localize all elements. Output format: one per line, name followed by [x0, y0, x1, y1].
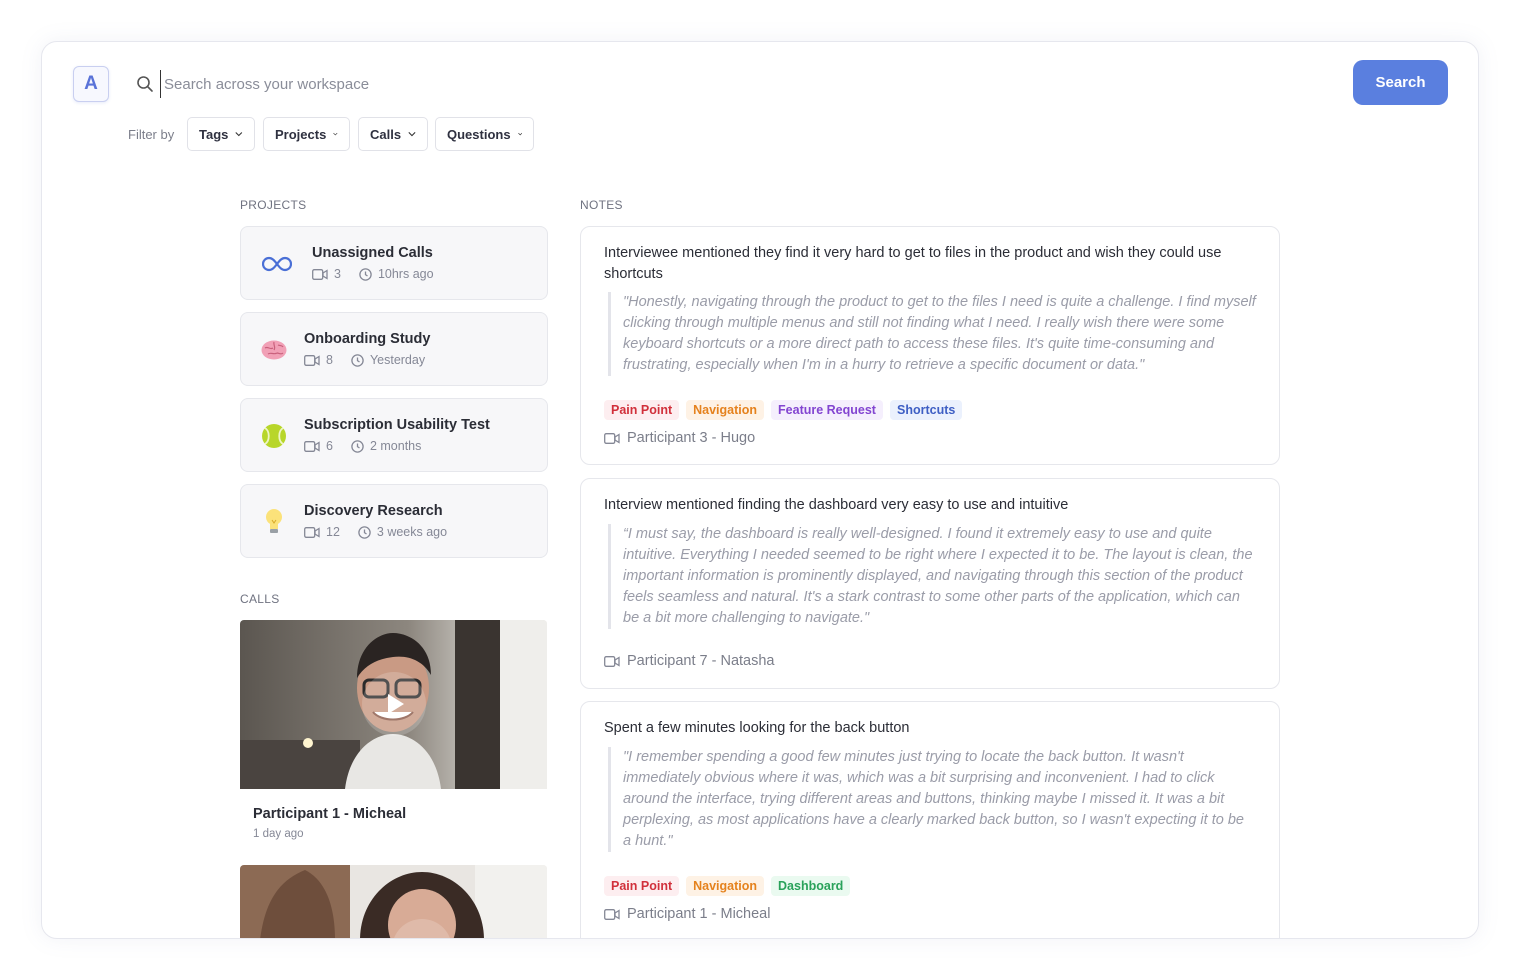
- workspace-logo[interactable]: A: [73, 66, 109, 102]
- clock-icon: [351, 353, 364, 367]
- search-input[interactable]: [160, 70, 1340, 98]
- tennis-ball-icon: [259, 421, 289, 451]
- note-card[interactable]: Spent a few minutes looking for the back…: [580, 701, 1280, 938]
- note-participant[interactable]: Participant 7 - Natasha: [604, 653, 775, 669]
- note-tags: Pain Point Navigation Feature Request Sh…: [604, 400, 963, 420]
- chevron-down-icon: [408, 132, 416, 137]
- participant-name: Participant 7 - Natasha: [627, 653, 775, 669]
- project-card-subscription-usability-test[interactable]: Subscription Usability Test 6 2 months: [240, 398, 548, 472]
- project-call-count: 6: [326, 439, 333, 453]
- tag-feature-request[interactable]: Feature Request: [771, 400, 883, 420]
- project-meta: 12 3 weeks ago: [304, 525, 447, 539]
- filter-projects-label: Projects: [275, 126, 327, 142]
- filter-tags-dropdown[interactable]: Tags: [187, 117, 255, 151]
- video-icon: [304, 354, 320, 366]
- project-call-count: 12: [326, 525, 340, 539]
- project-call-count: 8: [326, 353, 333, 367]
- clock-icon: [359, 267, 372, 281]
- note-participant[interactable]: Participant 3 - Hugo: [604, 430, 755, 446]
- infinity-icon: [262, 249, 292, 279]
- search-icon: [137, 76, 153, 92]
- note-card[interactable]: Interviewee mentioned they find it very …: [580, 226, 1280, 465]
- filter-projects-dropdown[interactable]: Projects: [263, 117, 350, 151]
- call-time: 1 day ago: [253, 828, 304, 840]
- project-call-count: 3: [334, 267, 341, 281]
- project-time: Yesterday: [369, 353, 426, 367]
- tag-navigation[interactable]: Navigation: [686, 876, 765, 896]
- calls-heading: CALLS: [240, 592, 280, 606]
- project-time: 3 weeks ago: [376, 525, 448, 539]
- filter-calls-label: Calls: [370, 126, 402, 142]
- video-icon: [604, 908, 620, 920]
- video-icon: [604, 432, 620, 444]
- call-video-frame: [240, 620, 547, 789]
- project-title: Subscription Usability Test: [304, 417, 490, 433]
- note-title: Interview mentioned finding the dashboar…: [604, 497, 1069, 513]
- note-quote: “I must say, the dashboard is really wel…: [608, 524, 1256, 629]
- tag-pain-point[interactable]: Pain Point: [604, 876, 680, 896]
- notes-heading: NOTES: [580, 198, 623, 212]
- note-title: Interviewee mentioned they find it very …: [604, 245, 1222, 282]
- tag-navigation[interactable]: Navigation: [686, 400, 765, 420]
- call-video-frame: [240, 865, 547, 938]
- app-window: A Search Filter by Tags Projects Calls Q…: [41, 41, 1479, 939]
- filter-questions-dropdown[interactable]: Questions: [435, 117, 534, 151]
- tag-pain-point[interactable]: Pain Point: [604, 400, 680, 420]
- call-thumbnail-video[interactable]: [240, 620, 547, 789]
- clock-icon: [351, 439, 364, 453]
- chevron-down-icon: [333, 132, 338, 136]
- participant-name: Participant 1 - Micheal: [627, 906, 771, 922]
- chevron-down-icon: [235, 132, 243, 137]
- project-time: 2 months: [369, 439, 422, 453]
- project-title: Onboarding Study: [304, 331, 431, 347]
- chevron-down-icon: [517, 132, 522, 136]
- clock-icon: [358, 525, 371, 539]
- note-card[interactable]: Interview mentioned finding the dashboar…: [580, 478, 1280, 689]
- filter-label: Filter by: [128, 127, 175, 142]
- call-thumbnail-video-2[interactable]: [240, 865, 547, 938]
- video-icon: [304, 440, 320, 452]
- brain-icon: [259, 335, 289, 365]
- project-card-unassigned-calls[interactable]: Unassigned Calls 3 10hrs ago: [240, 226, 548, 300]
- project-card-discovery-research[interactable]: Discovery Research 12 3 weeks ago: [240, 484, 548, 558]
- tag-shortcuts[interactable]: Shortcuts: [889, 400, 963, 420]
- project-meta: 3 10hrs ago: [312, 267, 434, 281]
- note-quote: "I remember spending a good few minutes …: [608, 747, 1256, 852]
- projects-heading: PROJECTS: [240, 198, 307, 212]
- filter-calls-dropdown[interactable]: Calls: [358, 117, 428, 151]
- tag-dashboard[interactable]: Dashboard: [771, 876, 851, 896]
- project-meta: 6 2 months: [304, 439, 421, 453]
- lightbulb-icon: [259, 507, 289, 537]
- project-meta: 8 Yesterday: [304, 353, 425, 367]
- video-icon: [604, 655, 620, 667]
- note-title: Spent a few minutes looking for the back…: [604, 720, 910, 736]
- project-time: 10hrs ago: [377, 267, 434, 281]
- video-icon: [304, 526, 320, 538]
- call-title[interactable]: Participant 1 - Micheal: [253, 806, 406, 822]
- filter-questions-label: Questions: [447, 126, 511, 142]
- project-card-onboarding-study[interactable]: Onboarding Study 8 Yesterday: [240, 312, 548, 386]
- search-button[interactable]: Search: [1353, 60, 1448, 105]
- project-title: Discovery Research: [304, 503, 443, 519]
- note-participant[interactable]: Participant 1 - Micheal: [604, 906, 770, 922]
- note-tags: Pain Point Navigation Dashboard: [604, 876, 851, 896]
- video-icon: [312, 268, 328, 280]
- note-quote: "Honestly, navigating through the produc…: [608, 292, 1256, 376]
- filter-tags-label: Tags: [199, 126, 229, 142]
- participant-name: Participant 3 - Hugo: [627, 430, 756, 446]
- project-title: Unassigned Calls: [312, 245, 433, 261]
